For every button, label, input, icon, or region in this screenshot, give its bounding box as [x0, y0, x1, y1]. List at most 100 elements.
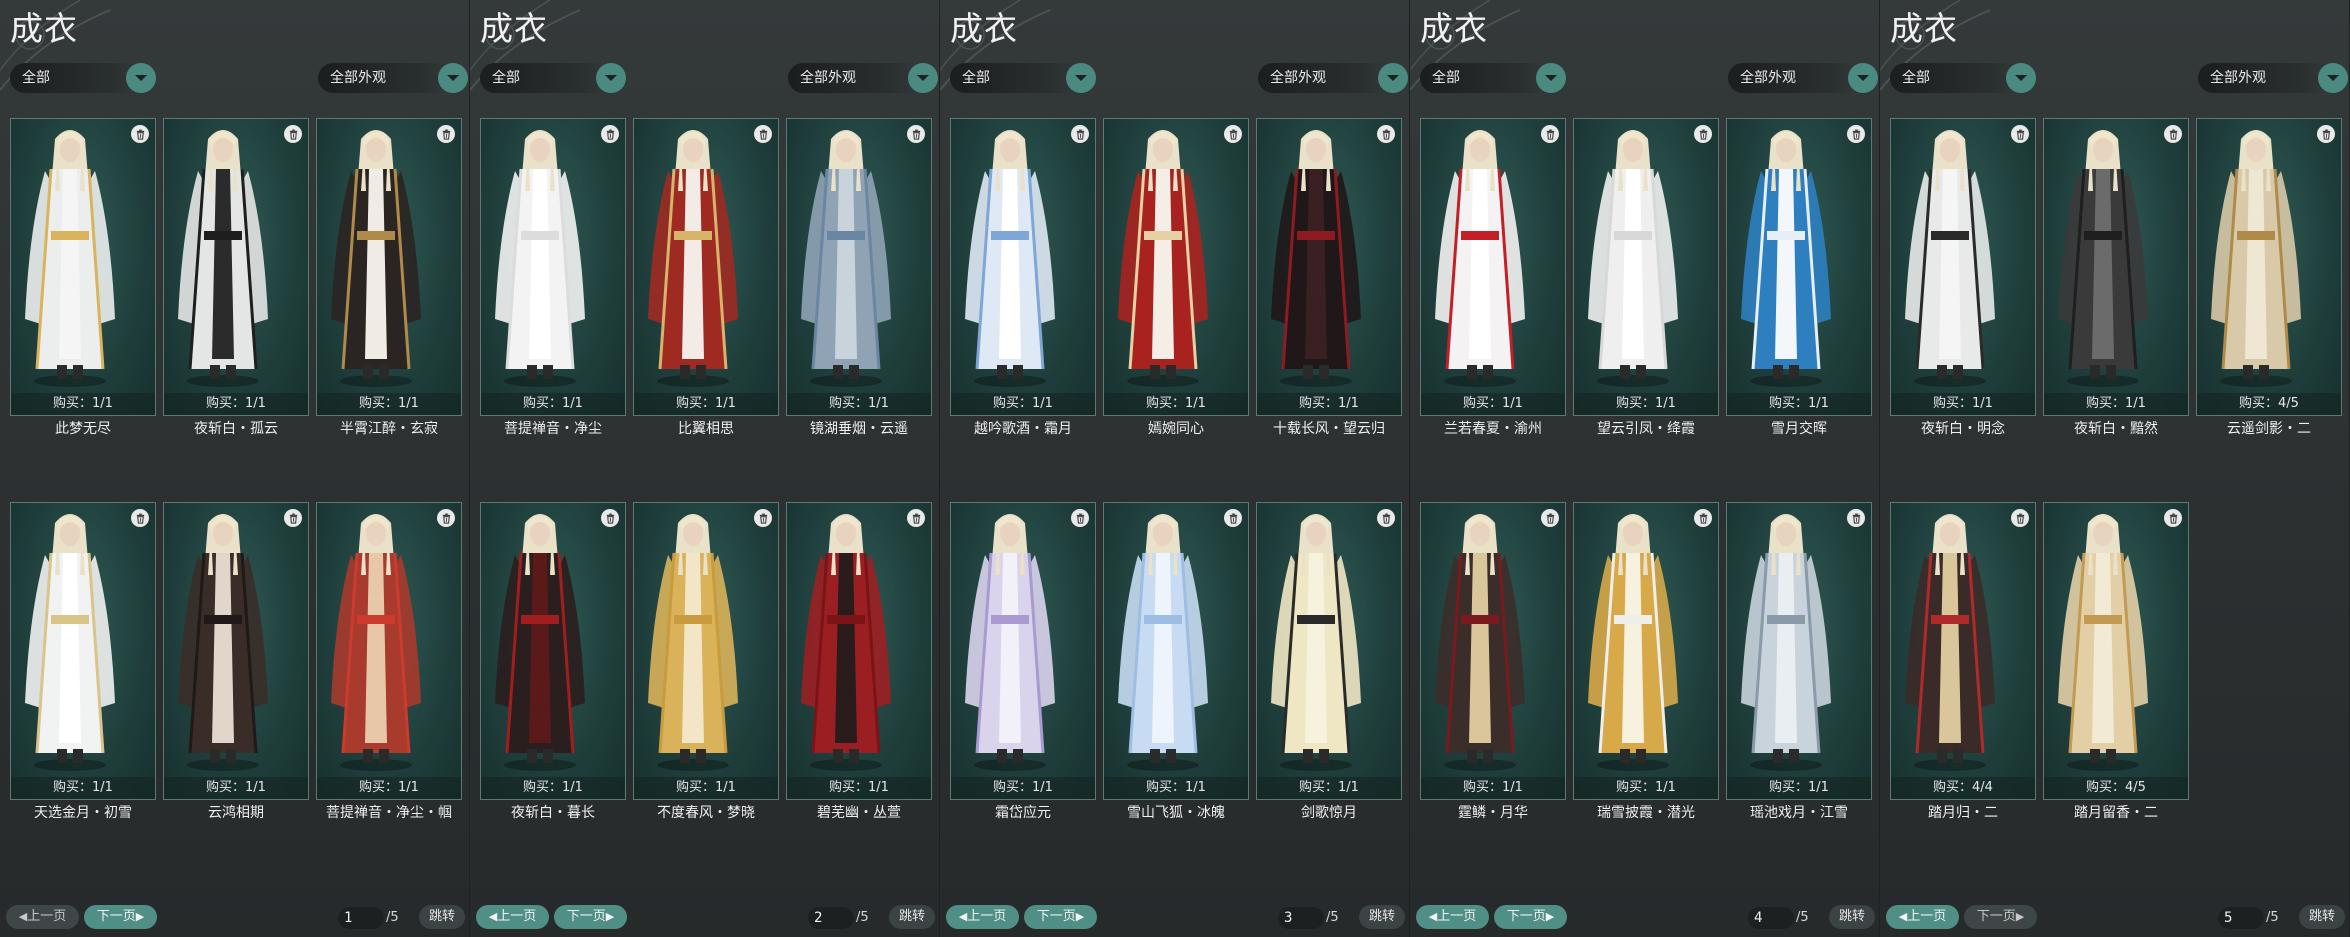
page-number-input[interactable]: 5 — [2218, 907, 2264, 929]
appearance-filter-dropdown[interactable]: 全部外观 — [788, 63, 938, 93]
outfit-card[interactable]: 购买：1/1 夜斩白・暮长 — [480, 502, 626, 821]
outfit-preview[interactable]: 购买：1/1 — [1420, 502, 1566, 800]
trash-icon[interactable] — [754, 509, 772, 527]
outfit-card[interactable]: 购买：1/1 碧芜幽・丛萱 — [786, 502, 932, 821]
outfit-preview[interactable]: 购买：1/1 — [163, 502, 309, 800]
outfit-preview[interactable]: 购买：1/1 — [1420, 118, 1566, 416]
outfit-card[interactable]: 购买：1/1 夜斩白・明念 — [1890, 118, 2036, 437]
chevron-down-icon[interactable] — [438, 63, 468, 93]
outfit-card[interactable]: 购买：1/1 嫣婉同心 — [1103, 118, 1249, 437]
trash-icon[interactable] — [2011, 125, 2029, 143]
trash-icon[interactable] — [2011, 509, 2029, 527]
outfit-card[interactable]: 购买：1/1 此梦无尽 — [10, 118, 156, 437]
outfit-card[interactable]: 购买：1/1 夜斩白・黯然 — [2043, 118, 2189, 437]
outfit-preview[interactable]: 购买：1/1 — [316, 118, 462, 416]
next-page-button[interactable]: 下一页▶ — [554, 905, 627, 929]
chevron-down-icon[interactable] — [908, 63, 938, 93]
outfit-preview[interactable]: 购买：1/1 — [10, 118, 156, 416]
outfit-preview[interactable]: 购买：1/1 — [1573, 118, 1719, 416]
trash-icon[interactable] — [437, 125, 455, 143]
jump-button[interactable]: 跳转 — [1829, 905, 1875, 929]
outfit-card[interactable]: 购买：1/1 镜湖垂烟・云遥 — [786, 118, 932, 437]
chevron-down-icon[interactable] — [1536, 63, 1566, 93]
trash-icon[interactable] — [601, 125, 619, 143]
outfit-preview[interactable]: 购买：1/1 — [633, 502, 779, 800]
trash-icon[interactable] — [1071, 509, 1089, 527]
next-page-button[interactable]: 下一页▶ — [84, 905, 157, 929]
outfit-card[interactable]: 购买：4/5 踏月留香・二 — [2043, 502, 2189, 821]
outfit-card[interactable]: 购买：1/1 剑歌惊月 — [1256, 502, 1402, 821]
page-number-input[interactable]: 2 — [808, 907, 854, 929]
outfit-preview[interactable]: 购买：1/1 — [633, 118, 779, 416]
jump-button[interactable]: 跳转 — [2299, 905, 2345, 929]
outfit-preview[interactable]: 购买：1/1 — [786, 118, 932, 416]
trash-icon[interactable] — [2164, 509, 2182, 527]
outfit-preview[interactable]: 购买：1/1 — [950, 118, 1096, 416]
prev-page-button[interactable]: ◀上一页 — [476, 905, 549, 929]
next-page-button[interactable]: 下一页▶ — [1024, 905, 1097, 929]
trash-icon[interactable] — [1541, 125, 1559, 143]
trash-icon[interactable] — [2164, 125, 2182, 143]
prev-page-button[interactable]: ◀上一页 — [6, 905, 79, 929]
trash-icon[interactable] — [1224, 509, 1242, 527]
jump-button[interactable]: 跳转 — [889, 905, 935, 929]
outfit-preview[interactable]: 购买：4/5 — [2196, 118, 2342, 416]
outfit-card[interactable]: 购买：1/1 夜斩白・孤云 — [163, 118, 309, 437]
outfit-preview[interactable]: 购买：1/1 — [1573, 502, 1719, 800]
appearance-filter-dropdown[interactable]: 全部外观 — [1258, 63, 1408, 93]
outfit-preview[interactable]: 购买：1/1 — [163, 118, 309, 416]
outfit-preview[interactable]: 购买：4/5 — [2043, 502, 2189, 800]
chevron-down-icon[interactable] — [126, 63, 156, 93]
category-filter-dropdown[interactable]: 全部 — [480, 63, 626, 93]
outfit-preview[interactable]: 购买：1/1 — [2043, 118, 2189, 416]
page-number-input[interactable]: 3 — [1278, 907, 1324, 929]
trash-icon[interactable] — [2317, 125, 2335, 143]
outfit-preview[interactable]: 购买：1/1 — [1103, 118, 1249, 416]
prev-page-button[interactable]: ◀上一页 — [946, 905, 1019, 929]
trash-icon[interactable] — [131, 125, 149, 143]
outfit-card[interactable]: 购买：1/1 菩提禅音・净尘 — [480, 118, 626, 437]
trash-icon[interactable] — [1847, 125, 1865, 143]
outfit-preview[interactable]: 购买：1/1 — [316, 502, 462, 800]
appearance-filter-dropdown[interactable]: 全部外观 — [1728, 63, 1878, 93]
next-page-button[interactable]: 下一页▶ — [1494, 905, 1567, 929]
outfit-preview[interactable]: 购买：1/1 — [480, 118, 626, 416]
outfit-card[interactable]: 购买：1/1 雪月交晖 — [1726, 118, 1872, 437]
trash-icon[interactable] — [1694, 509, 1712, 527]
page-number-input[interactable]: 4 — [1748, 907, 1794, 929]
trash-icon[interactable] — [1377, 125, 1395, 143]
trash-icon[interactable] — [907, 509, 925, 527]
outfit-card[interactable]: 购买：1/1 越吟歌酒・霜月 — [950, 118, 1096, 437]
jump-button[interactable]: 跳转 — [419, 905, 465, 929]
trash-icon[interactable] — [284, 125, 302, 143]
outfit-preview[interactable]: 购买：1/1 — [950, 502, 1096, 800]
trash-icon[interactable] — [1847, 509, 1865, 527]
outfit-preview[interactable]: 购买：1/1 — [1256, 502, 1402, 800]
trash-icon[interactable] — [907, 125, 925, 143]
category-filter-dropdown[interactable]: 全部 — [1420, 63, 1566, 93]
page-number-input[interactable]: 1 — [338, 907, 384, 929]
trash-icon[interactable] — [754, 125, 772, 143]
chevron-down-icon[interactable] — [596, 63, 626, 93]
trash-icon[interactable] — [1694, 125, 1712, 143]
outfit-card[interactable]: 购买：1/1 雪山飞狐・冰魄 — [1103, 502, 1249, 821]
outfit-card[interactable]: 购买：1/1 霜岱应元 — [950, 502, 1096, 821]
appearance-filter-dropdown[interactable]: 全部外观 — [318, 63, 468, 93]
jump-button[interactable]: 跳转 — [1359, 905, 1405, 929]
outfit-preview[interactable]: 购买：1/1 — [1726, 118, 1872, 416]
chevron-down-icon[interactable] — [1378, 63, 1408, 93]
outfit-preview[interactable]: 购买：1/1 — [1726, 502, 1872, 800]
trash-icon[interactable] — [284, 509, 302, 527]
trash-icon[interactable] — [1224, 125, 1242, 143]
outfit-card[interactable]: 购买：1/1 霆鳞・月华 — [1420, 502, 1566, 821]
category-filter-dropdown[interactable]: 全部 — [950, 63, 1096, 93]
prev-page-button[interactable]: ◀上一页 — [1416, 905, 1489, 929]
chevron-down-icon[interactable] — [1848, 63, 1878, 93]
outfit-preview[interactable]: 购买：1/1 — [1890, 118, 2036, 416]
outfit-preview[interactable]: 购买：1/1 — [1256, 118, 1402, 416]
category-filter-dropdown[interactable]: 全部 — [10, 63, 156, 93]
appearance-filter-dropdown[interactable]: 全部外观 — [2198, 63, 2348, 93]
outfit-card[interactable]: 购买：4/4 踏月归・二 — [1890, 502, 2036, 821]
trash-icon[interactable] — [601, 509, 619, 527]
trash-icon[interactable] — [131, 509, 149, 527]
